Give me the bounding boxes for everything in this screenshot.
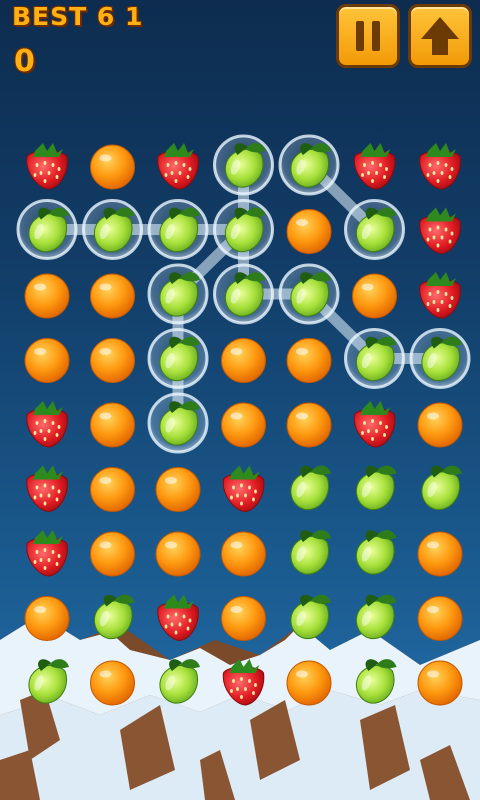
strawberry-icon[interactable] xyxy=(26,401,68,448)
orange-icon[interactable] xyxy=(221,596,266,641)
orange-icon[interactable] xyxy=(90,402,135,448)
orange-icon[interactable] xyxy=(90,660,135,706)
lime-icon[interactable] xyxy=(290,594,331,640)
game-stage: BEST 6 1 0 xyxy=(0,0,480,800)
orange-icon[interactable] xyxy=(90,144,135,190)
orange-icon[interactable] xyxy=(24,596,70,641)
orange-icon[interactable] xyxy=(352,273,397,319)
orange-icon[interactable] xyxy=(90,338,135,383)
orange-icon[interactable] xyxy=(24,273,70,319)
orange-icon[interactable] xyxy=(286,338,332,383)
strawberry-icon[interactable] xyxy=(222,659,265,706)
lime-icon[interactable] xyxy=(290,530,331,575)
lime-icon[interactable] xyxy=(421,465,462,511)
orange-icon[interactable] xyxy=(417,660,463,706)
orange-icon[interactable] xyxy=(90,531,135,577)
orange-icon[interactable] xyxy=(90,467,135,512)
strawberry-icon[interactable] xyxy=(353,401,396,448)
orange-icon[interactable] xyxy=(221,531,266,577)
lime-icon[interactable] xyxy=(28,659,69,704)
orange-icon[interactable] xyxy=(286,660,332,706)
orange-icon[interactable] xyxy=(90,273,135,319)
lime-icon[interactable] xyxy=(355,594,397,640)
strawberry-icon[interactable] xyxy=(26,530,68,577)
lime-icon[interactable] xyxy=(355,530,397,575)
strawberry-icon[interactable] xyxy=(26,465,68,513)
lime-icon[interactable] xyxy=(93,594,135,640)
strawberry-icon[interactable] xyxy=(353,143,396,190)
strawberry-icon[interactable] xyxy=(419,207,461,255)
orange-icon[interactable] xyxy=(155,467,201,512)
lime-icon[interactable] xyxy=(355,659,397,704)
orange-icon[interactable] xyxy=(221,338,266,383)
strawberry-icon[interactable] xyxy=(222,465,265,513)
lime-icon[interactable] xyxy=(159,659,200,704)
orange-icon[interactable] xyxy=(24,338,70,383)
lime-icon[interactable] xyxy=(290,465,331,511)
orange-icon[interactable] xyxy=(286,402,332,448)
orange-icon[interactable] xyxy=(417,531,463,577)
orange-icon[interactable] xyxy=(286,209,332,254)
strawberry-icon[interactable] xyxy=(157,143,199,190)
fruit-board[interactable] xyxy=(0,0,480,800)
orange-icon[interactable] xyxy=(155,531,201,577)
orange-icon[interactable] xyxy=(417,402,463,448)
strawberry-icon[interactable] xyxy=(26,143,68,190)
strawberry-icon[interactable] xyxy=(157,594,199,642)
strawberry-icon[interactable] xyxy=(419,272,461,319)
orange-icon[interactable] xyxy=(417,596,463,641)
lime-icon[interactable] xyxy=(355,465,397,511)
orange-icon[interactable] xyxy=(221,402,266,448)
strawberry-icon[interactable] xyxy=(419,143,461,190)
